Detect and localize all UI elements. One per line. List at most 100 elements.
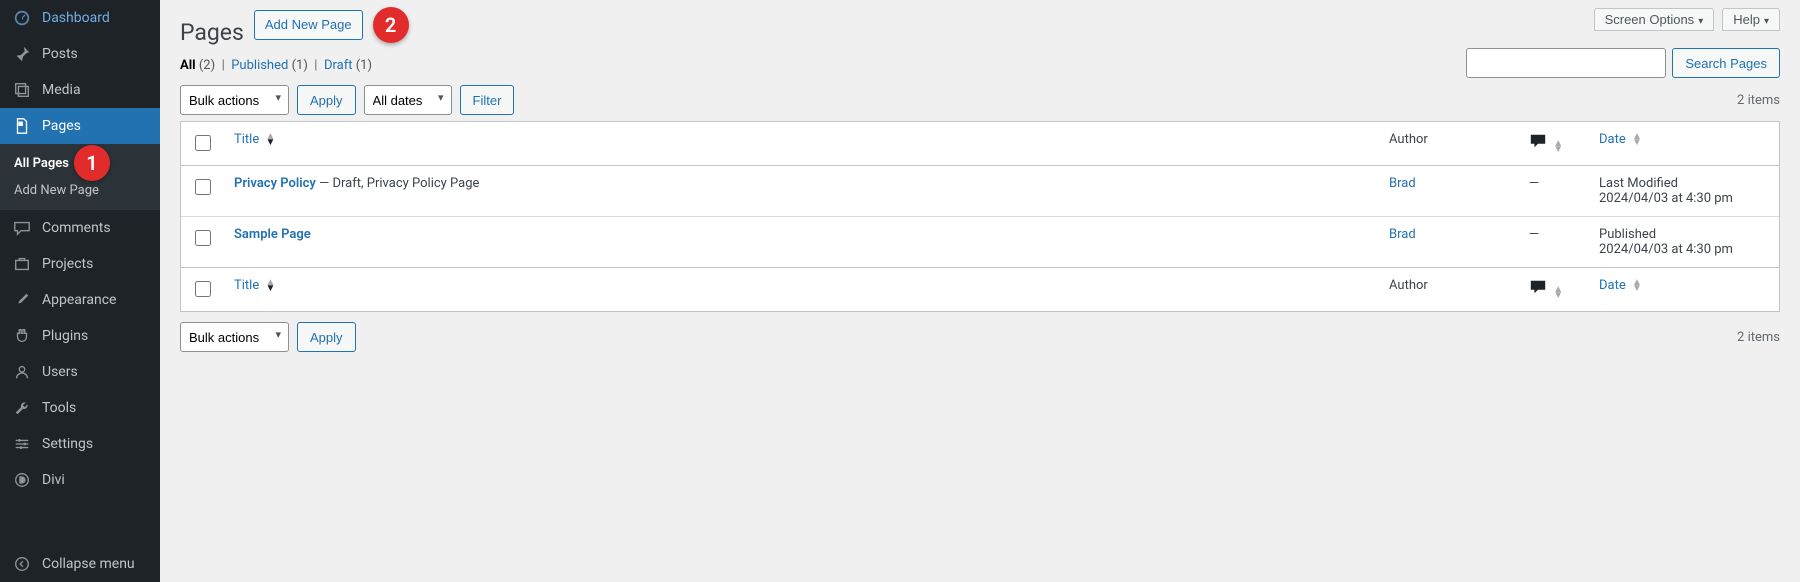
filter-all[interactable]: All bbox=[180, 58, 196, 73]
column-title-foot[interactable]: Title ▲▼ bbox=[224, 267, 1379, 311]
sidebar-item-label: Settings bbox=[42, 436, 93, 452]
search-box: Search Pages bbox=[1466, 48, 1780, 78]
filter-published[interactable]: Published bbox=[231, 58, 288, 73]
row-title-link[interactable]: Sample Page bbox=[234, 227, 311, 242]
sort-icon: ▲▼ bbox=[1632, 134, 1642, 146]
sidebar-item-label: Pages bbox=[42, 118, 81, 134]
sidebar-item-settings[interactable]: Settings bbox=[0, 426, 160, 462]
sidebar-item-projects[interactable]: Projects bbox=[0, 246, 160, 282]
sidebar-item-media[interactable]: Media bbox=[0, 72, 160, 108]
help-label: Help bbox=[1733, 12, 1760, 27]
column-date-foot[interactable]: Date ▲▼ bbox=[1589, 267, 1779, 311]
sidebar-item-divi[interactable]: Divi bbox=[0, 462, 160, 498]
sidebar-item-pages[interactable]: Pages bbox=[0, 108, 160, 144]
search-pages-button[interactable]: Search Pages bbox=[1672, 48, 1780, 78]
screen-meta-links: Screen Options Help bbox=[1594, 8, 1780, 31]
annotation-badge-1: 1 bbox=[74, 145, 110, 181]
user-icon bbox=[12, 362, 32, 382]
tablenav-bottom: Bulk actions Apply 2 items bbox=[180, 322, 1780, 352]
tablenav-top: Bulk actions Apply All dates Filter 2 it… bbox=[180, 85, 1780, 115]
sidebar-item-plugins[interactable]: Plugins bbox=[0, 318, 160, 354]
table-row: Privacy Policy — Draft, Privacy Policy P… bbox=[181, 166, 1779, 216]
chevron-down-icon bbox=[1698, 12, 1703, 27]
row-comments: — bbox=[1519, 166, 1589, 216]
sort-icon: ▲▼ bbox=[1553, 287, 1563, 299]
items-count-top: 2 items bbox=[1737, 93, 1780, 108]
help-button[interactable]: Help bbox=[1722, 8, 1780, 31]
plug-icon bbox=[12, 326, 32, 346]
filter-button[interactable]: Filter bbox=[460, 85, 515, 115]
sidebar-item-dashboard[interactable]: Dashboard bbox=[0, 0, 160, 36]
sort-icon: ▲▼ bbox=[1632, 280, 1642, 292]
column-author: Author bbox=[1379, 122, 1519, 166]
portfolio-icon bbox=[12, 254, 32, 274]
sliders-icon bbox=[12, 434, 32, 454]
column-comments-foot[interactable]: ▲▼ bbox=[1519, 267, 1589, 311]
filter-published-count: (1) bbox=[292, 58, 308, 73]
column-comments[interactable]: ▲▼ bbox=[1519, 122, 1589, 166]
column-date[interactable]: Date ▲▼ bbox=[1589, 122, 1779, 166]
gauge-icon bbox=[12, 8, 32, 28]
sidebar-item-label: Appearance bbox=[42, 292, 116, 308]
sidebar-subitem-add-new[interactable]: Add New Page bbox=[0, 177, 160, 204]
bulk-actions-select-bottom[interactable]: Bulk actions bbox=[180, 322, 289, 352]
sort-icon: ▲▼ bbox=[265, 134, 275, 146]
sidebar-item-label: Tools bbox=[42, 400, 76, 416]
row-author-link[interactable]: Brad bbox=[1389, 227, 1416, 242]
add-new-page-button[interactable]: Add New Page bbox=[254, 10, 363, 41]
sidebar-item-appearance[interactable]: Appearance bbox=[0, 282, 160, 318]
column-author-foot: Author bbox=[1379, 267, 1519, 311]
sidebar-item-posts[interactable]: Posts bbox=[0, 36, 160, 72]
row-comments: — bbox=[1519, 216, 1589, 267]
row-date-value: 2024/04/03 at 4:30 pm bbox=[1599, 191, 1769, 206]
column-title[interactable]: Title ▲▼ bbox=[224, 122, 1379, 166]
sidebar-item-label: Dashboard bbox=[42, 10, 110, 26]
brush-icon bbox=[12, 290, 32, 310]
filter-draft[interactable]: Draft bbox=[324, 58, 353, 73]
screen-options-button[interactable]: Screen Options bbox=[1594, 8, 1715, 31]
select-all-top[interactable] bbox=[195, 135, 211, 151]
sidebar-item-comments[interactable]: Comments bbox=[0, 210, 160, 246]
sidebar-item-label: Posts bbox=[42, 46, 78, 62]
bulk-actions-select-top[interactable]: Bulk actions bbox=[180, 85, 289, 115]
sidebar-subitem-all-pages[interactable]: All Pages 1 bbox=[0, 150, 160, 177]
search-input[interactable] bbox=[1466, 48, 1666, 78]
row-date-status: Last Modified bbox=[1599, 176, 1769, 191]
sidebar-item-tools[interactable]: Tools bbox=[0, 390, 160, 426]
pages-table: Title ▲▼ Author ▲▼ Date ▲▼ Privacy Polic… bbox=[180, 121, 1780, 312]
date-filter-select[interactable]: All dates bbox=[364, 85, 452, 115]
row-checkbox[interactable] bbox=[195, 230, 211, 246]
sidebar-item-label: Projects bbox=[42, 256, 93, 272]
sidebar-item-label: Media bbox=[42, 82, 81, 98]
row-date-value: 2024/04/03 at 4:30 pm bbox=[1599, 242, 1769, 257]
collapse-icon bbox=[12, 554, 32, 574]
comment-icon bbox=[1529, 132, 1547, 150]
comment-icon bbox=[1529, 278, 1547, 296]
collapse-menu[interactable]: Collapse menu bbox=[0, 546, 160, 582]
admin-sidebar: Dashboard Posts Media Pages All Pages 1 … bbox=[0, 0, 160, 582]
items-count-bottom: 2 items bbox=[1737, 330, 1780, 345]
wrench-icon bbox=[12, 398, 32, 418]
sidebar-item-label: Users bbox=[42, 364, 78, 380]
filter-all-count: (2) bbox=[199, 58, 215, 73]
chevron-down-icon bbox=[1764, 12, 1769, 27]
row-checkbox[interactable] bbox=[195, 179, 211, 195]
collapse-label: Collapse menu bbox=[42, 556, 135, 572]
page-header: Pages Add New Page 2 bbox=[180, 0, 1780, 50]
annotation-badge-2: 2 bbox=[373, 7, 409, 43]
apply-button-top[interactable]: Apply bbox=[297, 85, 356, 115]
screen-options-label: Screen Options bbox=[1605, 12, 1695, 27]
apply-button-bottom[interactable]: Apply bbox=[297, 322, 356, 352]
media-icon bbox=[12, 80, 32, 100]
page-icon bbox=[12, 116, 32, 136]
select-all-bottom[interactable] bbox=[195, 281, 211, 297]
sidebar-item-label: Comments bbox=[42, 220, 111, 236]
page-title: Pages bbox=[180, 10, 244, 50]
divi-icon bbox=[12, 470, 32, 490]
row-title-link[interactable]: Privacy Policy bbox=[234, 176, 316, 191]
row-author-link[interactable]: Brad bbox=[1389, 176, 1416, 191]
sidebar-item-label: Divi bbox=[42, 472, 65, 488]
sidebar-subitem-label: All Pages bbox=[14, 156, 69, 171]
sidebar-item-users[interactable]: Users bbox=[0, 354, 160, 390]
sort-icon: ▲▼ bbox=[265, 280, 275, 292]
